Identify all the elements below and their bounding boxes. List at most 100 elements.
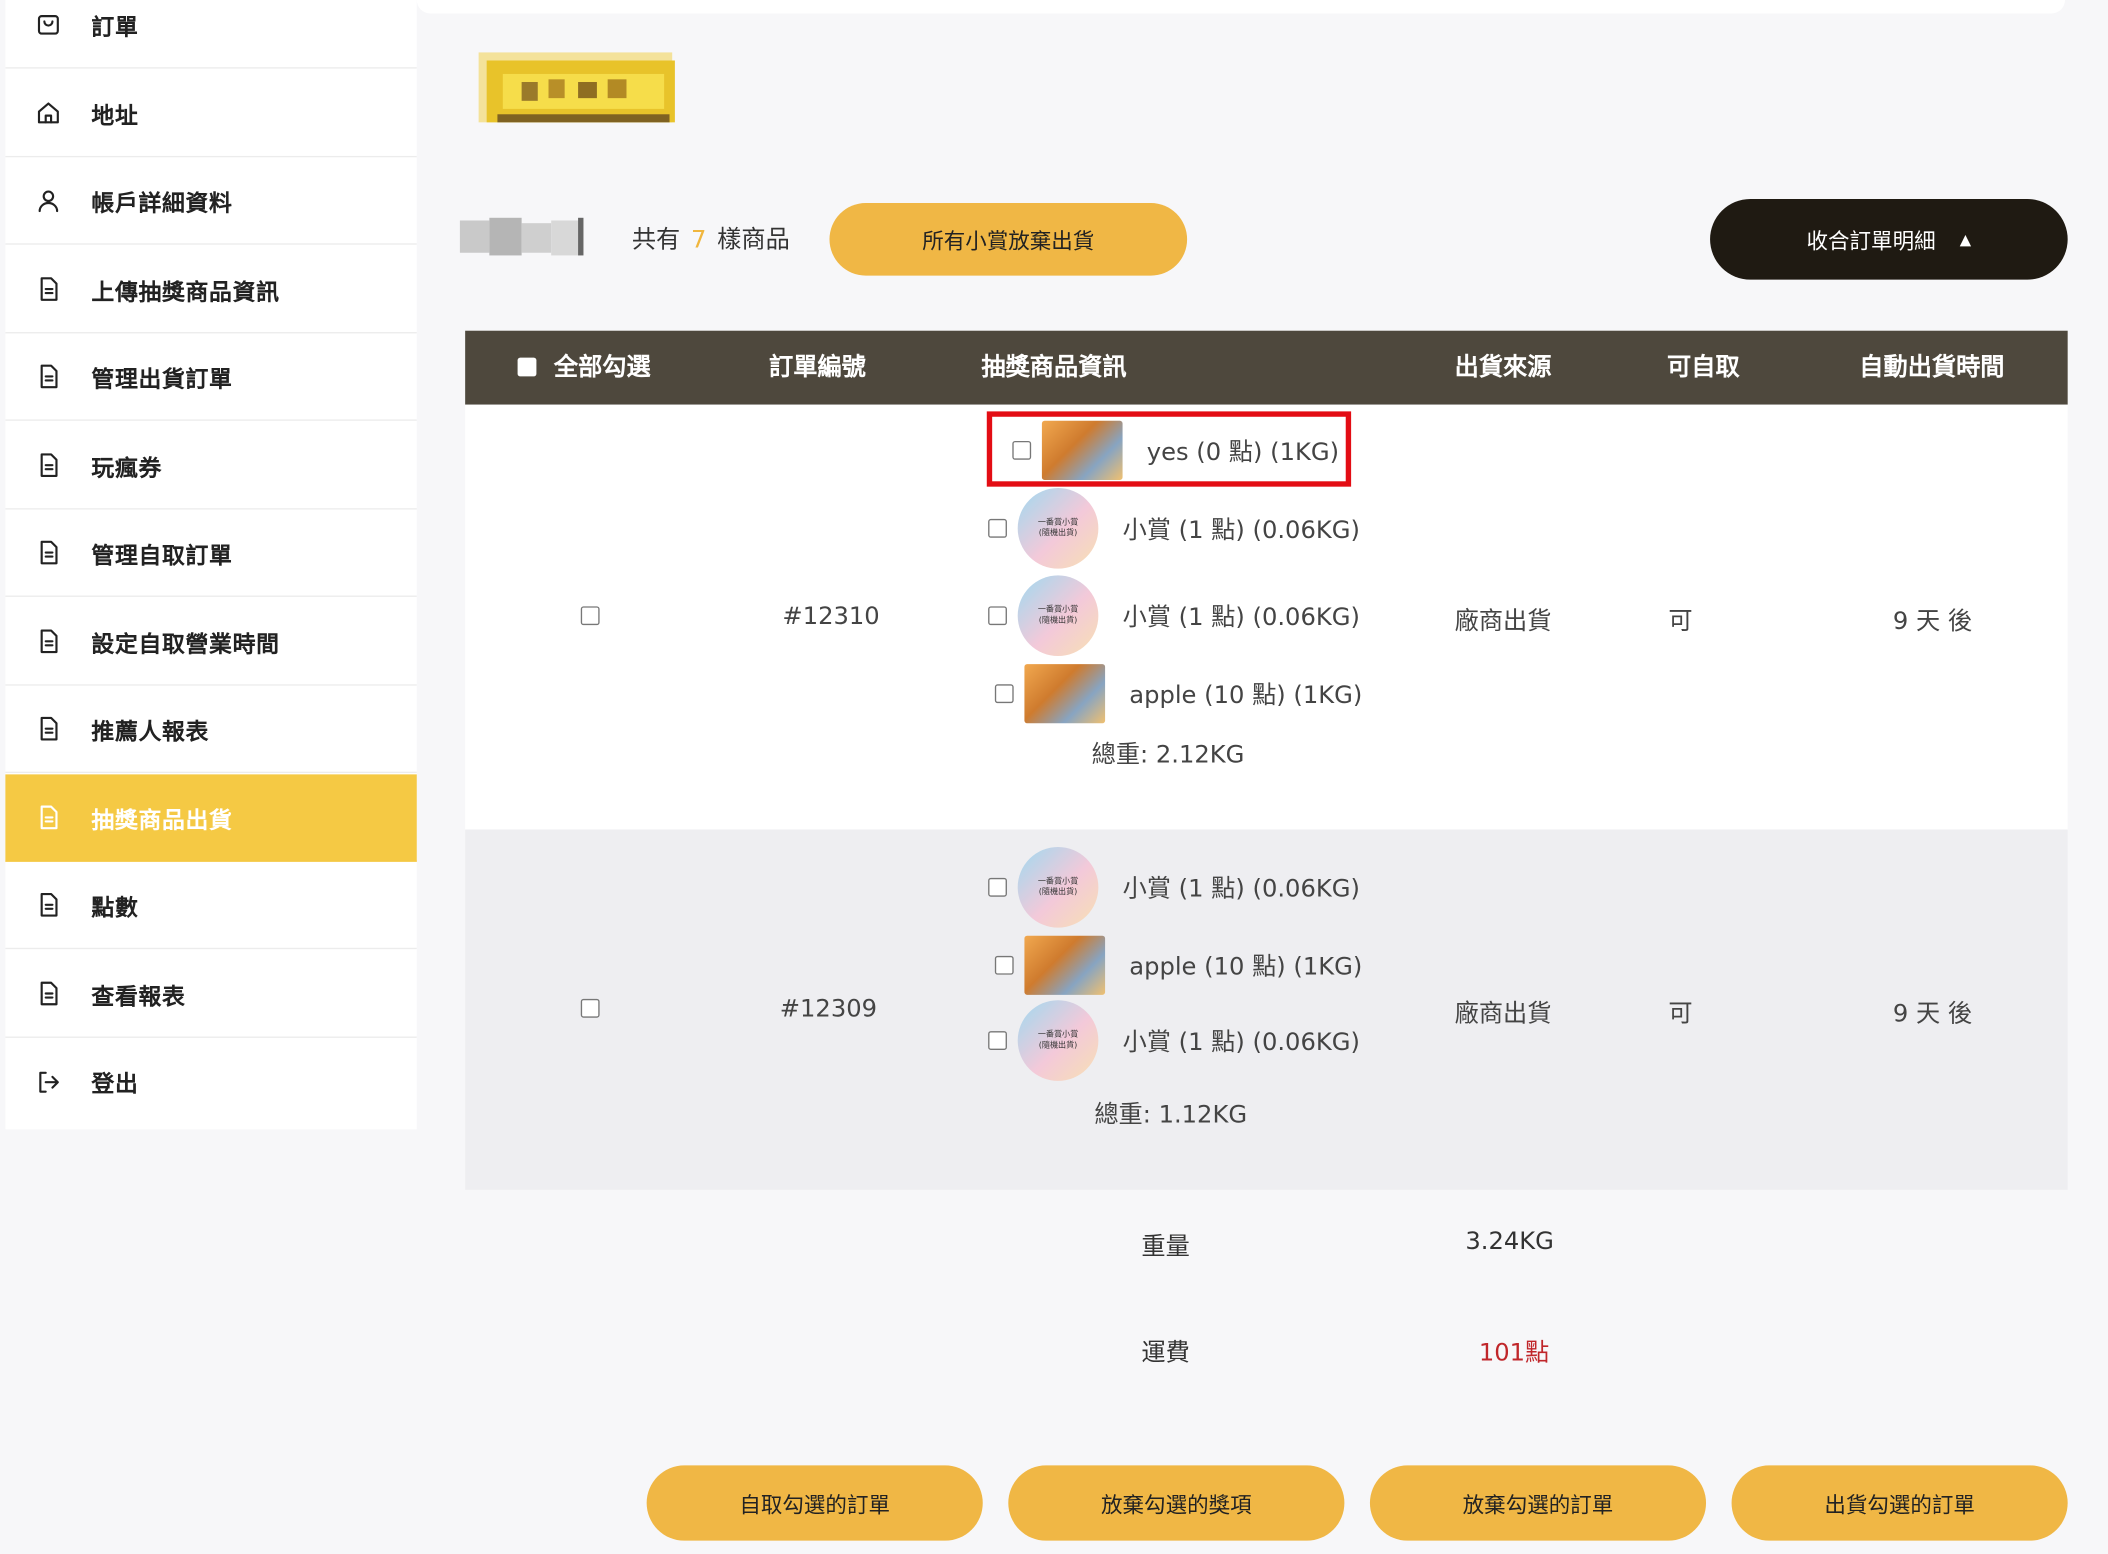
sidebar-item-manage-pickup[interactable]: 管理自取訂單 (5, 510, 417, 597)
order-number: #12310 (782, 602, 880, 631)
ship-source: 廠商出貨 (1454, 607, 1552, 636)
document-icon (35, 891, 62, 918)
prize-item: apple (10 點) (1KG) (994, 664, 1363, 724)
prize-item: 一番賞小賞 (隨機出貨) 小賞 (1 點) (0.06KG) (988, 488, 1360, 569)
sidebar-item-label: 玩瘋券 (91, 455, 162, 482)
items-summary: 共有 7 樣商品 (632, 220, 790, 255)
collapse-order-details-button[interactable]: 收合訂單明細 ▲ (1710, 198, 2068, 280)
sidebar-item-label: 管理自取訂單 (91, 542, 233, 570)
prize-item: 一番賞小賞 (隨機出貨) 小賞 (1 點) (0.06KG) (988, 575, 1360, 657)
sidebar-item-label: 上傳抽獎商品資訊 (91, 278, 280, 306)
prize-checkbox[interactable] (988, 606, 1007, 626)
table-header: 全部勾選 訂單編號 抽獎商品資訊 出貨來源 可自取 自動出貨時間 (465, 330, 2068, 405)
document-icon (35, 980, 62, 1007)
abandon-selected-orders-button[interactable]: 放棄勾選的訂單 (1369, 1465, 1707, 1541)
ship-source: 廠商出貨 (1454, 1000, 1552, 1029)
sidebar-item-address[interactable]: 地址 (5, 70, 417, 158)
sidebar-item-logout[interactable]: 登出 (5, 1038, 416, 1125)
header-select-all: 全部勾選 (553, 353, 651, 382)
sidebar-item-label: 帳戶詳細資料 (91, 190, 233, 218)
self-pickup: 可 (1668, 607, 1693, 636)
sidebar-item-label: 點數 (91, 894, 139, 922)
shipping-label: 運費 (1141, 1339, 1190, 1368)
prize-name: 小賞 (1 點) (0.06KG) (1122, 603, 1360, 632)
caret-up-icon: ▲ (1959, 230, 1972, 249)
sidebar-item-label: 管理出貨訂單 (91, 366, 233, 394)
sidebar-item-orders[interactable]: 訂單 (5, 0, 417, 69)
prize-checkbox[interactable] (994, 955, 1014, 975)
store-logo (470, 47, 681, 131)
auto-ship-time: 9 天 後 (1892, 607, 1973, 636)
sidebar-item-label: 推薦人報表 (91, 718, 210, 746)
sidebar: 訂單 地址 帳戶詳細資料 上傳抽獎商品資訊 管理出貨訂單 玩瘋券 管理自取訂單 … (5, 0, 417, 1130)
avatar (459, 215, 600, 258)
prize-checkbox[interactable] (988, 1031, 1007, 1050)
sidebar-item-account[interactable]: 帳戶詳細資料 (5, 157, 417, 245)
sidebar-item-referrer-report[interactable]: 推薦人報表 (5, 686, 417, 774)
self-pickup: 可 (1668, 1000, 1693, 1029)
summary-prefix: 共有 (631, 225, 681, 255)
document-icon (35, 628, 62, 655)
shopping-bag-icon (35, 11, 62, 38)
logout-icon (35, 1068, 62, 1095)
document-icon (35, 539, 62, 566)
sidebar-item-label: 地址 (91, 102, 139, 130)
sidebar-item-label: 抽獎商品出貨 (91, 807, 233, 835)
weight-label: 重量 (1141, 1232, 1190, 1262)
document-icon (35, 715, 62, 742)
prize-item: apple (10 點) (1KG) (994, 935, 1363, 995)
prize-checkbox[interactable] (994, 684, 1014, 704)
header-prize-info: 抽獎商品資訊 (981, 353, 1127, 382)
weight-value: 3.24KG (1465, 1227, 1554, 1256)
auto-ship-time: 9 天 後 (1892, 1000, 1973, 1029)
prize-thumbnail (1024, 935, 1106, 995)
prize-thumbnail (1024, 664, 1106, 724)
main-card-top (416, 0, 2065, 14)
sidebar-item-pickup-hours[interactable]: 設定自取營業時間 (5, 598, 417, 686)
prize-item: 一番賞小賞 (隨機出貨) 小賞 (1 點) (0.06KG) (988, 1000, 1360, 1081)
row-checkbox[interactable] (580, 998, 600, 1018)
sidebar-item-label: 登出 (91, 1071, 139, 1099)
summary-suffix: 樣商品 (717, 225, 790, 255)
document-icon (35, 363, 62, 390)
shipping-fee-value: 101點 (1478, 1339, 1550, 1368)
sidebar-item-coupons[interactable]: 玩瘋券 (5, 422, 417, 510)
item-count: 7 (691, 225, 707, 255)
total-weight: 總重: 1.12KG (1094, 1101, 1248, 1130)
prize-thumbnail: 一番賞小賞 (隨機出貨) (1017, 1000, 1099, 1081)
prize-checkbox[interactable] (988, 877, 1007, 897)
sidebar-item-upload-prize[interactable]: 上傳抽獎商品資訊 (5, 246, 417, 334)
header-ship-source: 出貨來源 (1454, 353, 1552, 382)
header-order-no: 訂單編號 (768, 353, 866, 382)
sidebar-item-manage-shipping[interactable]: 管理出貨訂單 (5, 333, 417, 421)
document-icon (35, 276, 62, 303)
document-icon (35, 452, 62, 479)
prize-name: apple (10 點) (1KG) (1129, 953, 1363, 982)
collapse-label: 收合訂單明細 (1806, 228, 1936, 255)
prize-checkbox[interactable] (988, 518, 1007, 538)
sidebar-item-reports[interactable]: 查看報表 (5, 950, 417, 1038)
abandon-selected-prizes-button[interactable]: 放棄勾選的獎項 (1008, 1465, 1345, 1541)
document-icon (35, 804, 62, 831)
prize-name: 小賞 (1 點) (0.06KG) (1122, 875, 1360, 904)
total-weight: 總重: 2.12KG (1091, 740, 1245, 769)
prize-thumbnail: 一番賞小賞 (隨機出貨) (1017, 575, 1099, 657)
row-checkbox[interactable] (580, 606, 600, 626)
highlight-box (986, 411, 1352, 487)
sidebar-item-label: 設定自取營業時間 (91, 631, 280, 659)
prize-thumbnail: 一番賞小賞 (隨機出貨) (1017, 846, 1099, 928)
prize-name: apple (10 點) (1KG) (1129, 681, 1363, 710)
sidebar-item-points[interactable]: 點數 (5, 862, 417, 950)
home-icon (35, 99, 62, 126)
sidebar-item-prize-shipping[interactable]: 抽獎商品出貨 (5, 774, 417, 862)
user-icon (35, 187, 62, 214)
ship-selected-orders-button[interactable]: 出貨勾選的訂單 (1731, 1465, 2068, 1541)
prize-name: 小賞 (1 點) (0.06KG) (1122, 1028, 1360, 1057)
select-all-checkbox[interactable] (517, 357, 537, 377)
prize-item: 一番賞小賞 (隨機出貨) 小賞 (1 點) (0.06KG) (988, 846, 1360, 928)
order-number: #12309 (779, 994, 878, 1024)
pickup-selected-orders-button[interactable]: 自取勾選的訂單 (646, 1465, 983, 1541)
header-auto-ship-time: 自動出貨時間 (1859, 353, 2005, 382)
abandon-all-small-prizes-button[interactable]: 所有小賞放棄出貨 (829, 203, 1188, 276)
header-self-pickup: 可自取 (1667, 353, 1740, 382)
